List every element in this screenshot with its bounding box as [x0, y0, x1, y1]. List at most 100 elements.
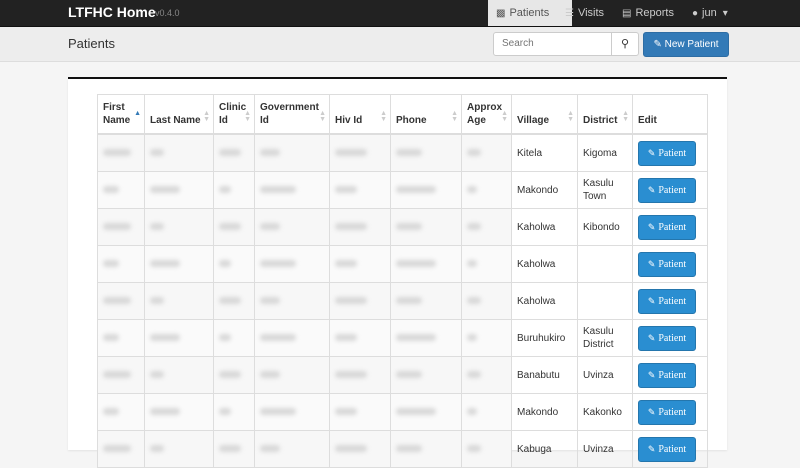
redacted-cell	[144, 245, 214, 283]
redacted-cell	[213, 356, 255, 394]
new-patient-button[interactable]: ✎ New Patient	[643, 32, 729, 57]
col-phone[interactable]: Phone ▲ ▼	[390, 94, 462, 135]
redacted-cell	[97, 282, 145, 320]
redacted-cell	[329, 319, 391, 357]
redacted-cell	[390, 282, 462, 320]
edit-patient-button[interactable]: ✎ Patient	[638, 436, 696, 462]
redacted-text	[219, 186, 231, 194]
edit-icon: ✎	[647, 369, 656, 380]
redacted-cell	[329, 356, 391, 394]
search-icon: ⚲	[620, 38, 630, 50]
brand-link[interactable]: LTFHC Home	[68, 4, 156, 20]
col-edit: Edit	[632, 94, 708, 135]
edit-patient-button[interactable]: ✎ Patient	[638, 288, 696, 314]
edit-patient-button[interactable]: ✎ Patient	[638, 325, 696, 351]
edit-patient-button[interactable]: ✎ Patient	[638, 140, 696, 166]
list-icon: ☰	[565, 8, 574, 19]
version-label: v0.4.0	[155, 8, 180, 18]
redacted-text	[219, 149, 241, 157]
col-first-name[interactable]: First Name ▲	[97, 94, 145, 135]
redacted-text	[335, 223, 367, 231]
col-government-id[interactable]: Government Id ▲ ▼	[254, 94, 330, 135]
search-input[interactable]	[494, 33, 622, 53]
folder-icon: ▤	[622, 8, 632, 19]
user-icon: ●	[692, 8, 699, 19]
redacted-text	[467, 297, 481, 305]
users-icon: ▩	[496, 8, 506, 19]
edit-patient-button[interactable]: ✎ Patient	[638, 214, 696, 240]
redacted-cell	[329, 245, 391, 283]
redacted-text	[260, 445, 280, 453]
redacted-cell	[254, 282, 330, 320]
col-hiv-id[interactable]: Hiv Id ▲ ▼	[329, 94, 391, 135]
redacted-text	[335, 371, 367, 379]
redacted-text	[150, 149, 164, 157]
redacted-text	[335, 408, 357, 416]
redacted-text	[260, 297, 280, 305]
redacted-cell	[254, 393, 330, 431]
edit-patient-button[interactable]: ✎ Patient	[638, 399, 696, 425]
redacted-text	[467, 371, 481, 379]
sort-icon: ▲ ▼	[451, 110, 458, 123]
district-cell: Kigoma	[577, 133, 633, 172]
redacted-cell	[390, 356, 462, 394]
redacted-cell	[254, 208, 330, 246]
village-cell: Kitela	[511, 133, 578, 172]
edit-cell: ✎ Patient	[632, 133, 708, 172]
redacted-cell	[97, 319, 145, 357]
redacted-cell	[254, 245, 330, 283]
redacted-cell	[329, 133, 391, 172]
redacted-text	[150, 260, 180, 268]
redacted-cell	[461, 171, 512, 209]
redacted-cell	[390, 171, 462, 209]
page-title: Patients	[68, 36, 115, 51]
col-last-name[interactable]: Last Name ▲ ▼	[144, 94, 214, 135]
redacted-text	[219, 260, 231, 268]
redacted-cell	[254, 430, 330, 468]
redacted-cell	[144, 319, 214, 357]
redacted-text	[467, 223, 481, 231]
redacted-cell	[144, 208, 214, 246]
redacted-cell	[213, 133, 255, 172]
sort-asc-icon: ▲	[134, 110, 141, 117]
col-district[interactable]: District ▲ ▼	[577, 94, 633, 135]
edit-patient-button[interactable]: ✎ Patient	[638, 362, 696, 388]
col-clinic-id[interactable]: Clinic Id ▲ ▼	[213, 94, 255, 135]
edit-icon: ✎	[647, 184, 656, 195]
village-cell: Makondo	[511, 393, 578, 431]
redacted-cell	[461, 133, 512, 172]
redacted-text	[467, 334, 477, 342]
redacted-cell	[390, 393, 462, 431]
redacted-cell	[329, 208, 391, 246]
redacted-text	[260, 408, 296, 416]
redacted-cell	[461, 393, 512, 431]
redacted-text	[335, 445, 367, 453]
redacted-text	[103, 186, 119, 194]
col-approx-age[interactable]: Approx Age ▲ ▼	[461, 94, 512, 135]
edit-patient-button[interactable]: ✎ Patient	[638, 251, 696, 277]
edit-patient-button[interactable]: ✎ Patient	[638, 177, 696, 203]
edit-cell: ✎ Patient	[632, 171, 708, 209]
redacted-text	[396, 445, 422, 453]
redacted-cell	[329, 282, 391, 320]
district-cell: Kasulu Town	[577, 171, 633, 209]
col-village[interactable]: Village ▲ ▼	[511, 94, 578, 135]
redacted-text	[103, 149, 131, 157]
edit-cell: ✎ Patient	[632, 208, 708, 246]
redacted-cell	[390, 245, 462, 283]
nav-reports[interactable]: ▤ Reports	[614, 0, 682, 26]
edit-cell: ✎ Patient	[632, 245, 708, 283]
search-button[interactable]: ⚲	[611, 33, 638, 55]
district-cell: Kibondo	[577, 208, 633, 246]
nav-visits[interactable]: ☰ Visits	[557, 0, 612, 26]
table-row: Kaholwa Kibondo ✎ Patient	[97, 208, 708, 246]
nav-user-menu[interactable]: ● jun ▾	[684, 0, 740, 26]
edit-cell: ✎ Patient	[632, 356, 708, 394]
redacted-text	[396, 334, 436, 342]
village-cell: Makondo	[511, 171, 578, 209]
redacted-cell	[97, 171, 145, 209]
redacted-text	[103, 223, 131, 231]
edit-cell: ✎ Patient	[632, 430, 708, 468]
village-cell: Kaholwa	[511, 208, 578, 246]
redacted-cell	[144, 393, 214, 431]
